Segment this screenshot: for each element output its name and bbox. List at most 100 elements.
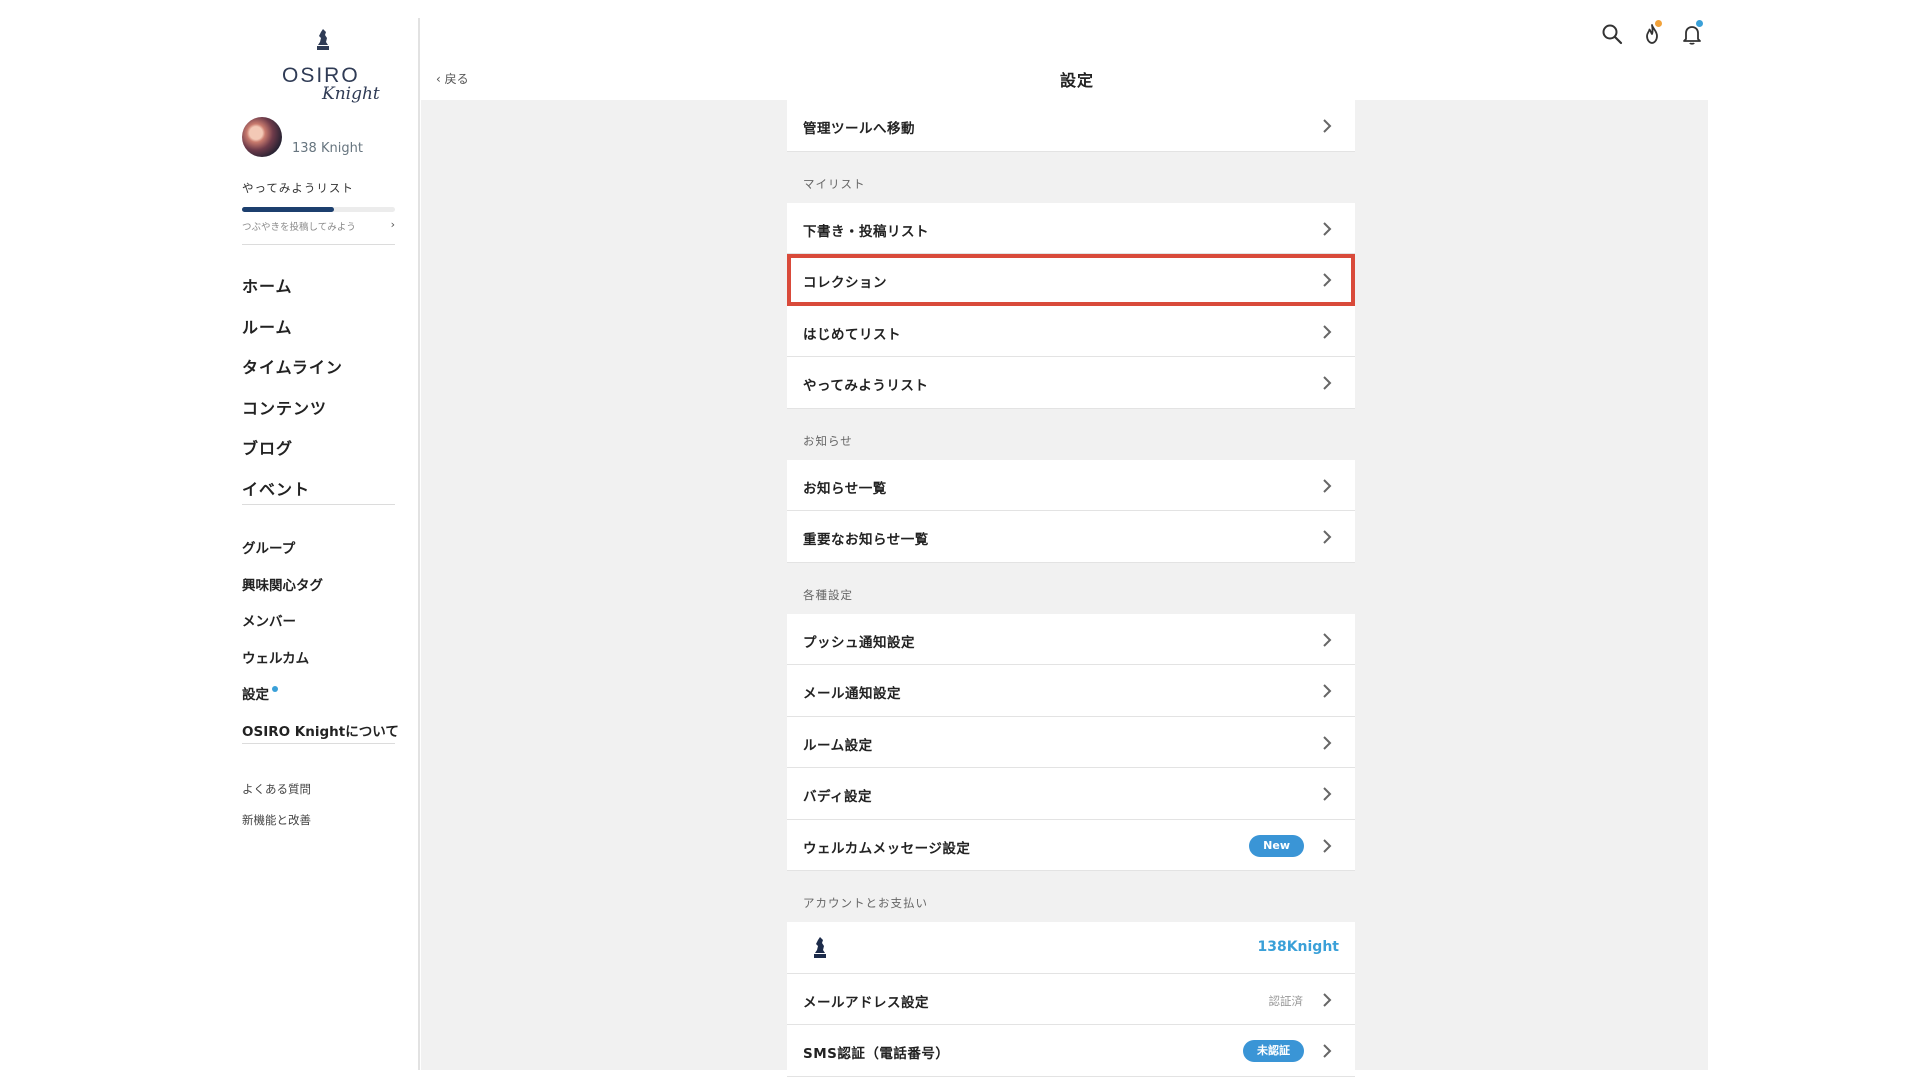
nav-home[interactable]: ホーム [242,273,343,314]
sidebar-divider [242,504,395,505]
settings-row-drafts[interactable]: 下書き・投稿リスト [787,202,1355,254]
chevron-right-icon [1323,273,1332,287]
nav-settings-label: 設定 [242,687,269,703]
osiro-knight-logo[interactable]: OSIRO Knight [282,28,382,108]
profile-name[interactable]: 138 Knight [292,141,363,156]
knight-chess-icon [814,937,826,958]
nav-welcome[interactable]: ウェルカム [242,647,399,684]
row-label: ルーム設定 [803,737,873,754]
row-label: ウェルカムメッセージ設定 [803,840,971,857]
row-label: はじめてリスト [803,326,901,343]
footer-nav: よくある質問 新機能と改善 [242,781,311,843]
try-list-hint[interactable]: つぶやきを投稿してみよう › [242,218,395,233]
settings-row-admin-tools[interactable]: 管理ツールへ移動 [787,100,1355,152]
back-label: 戻る [444,72,469,86]
chevron-right-icon [1323,221,1332,236]
row-label: 管理ツールへ移動 [803,121,915,137]
section-header-account: アカウントとお支払い [787,871,1355,922]
chevron-right-icon [1323,684,1332,698]
nav-interest-tags[interactable]: 興味関心タグ [242,574,399,611]
settings-row-email[interactable]: メールアドレス設定 認証済 [787,973,1355,1025]
search-icon[interactable] [1600,22,1624,46]
try-list-label[interactable]: やってみようリスト [242,180,354,196]
bell-button[interactable] [1680,20,1704,46]
main-nav: ホーム ルーム タイムライン コンテンツ ブログ イベント [242,273,343,516]
row-label: バディ設定 [803,789,873,805]
sidebar: OSIRO Knight 138 Knight やってみようリスト つぶやきを投… [220,18,420,1070]
top-icons [1600,20,1720,46]
new-badge: New [1249,834,1304,857]
nav-about[interactable]: OSIRO Knightについて [242,720,399,757]
row-label: 下書き・投稿リスト [803,223,929,240]
account-name: 138Knight [1257,939,1339,955]
nav-group[interactable]: グループ [242,537,399,574]
sidebar-divider [242,244,395,245]
chevron-right-icon [1323,992,1332,1007]
chevron-right-icon [1323,478,1332,493]
sidebar-divider [242,743,395,744]
settings-row-collection[interactable]: コレクション [787,254,1355,306]
settings-row-notice-list[interactable]: お知らせ一覧 [787,459,1355,511]
page-title: 設定 [1060,71,1095,90]
settings-row-mail-notify[interactable]: メール通知設定 [787,665,1355,717]
row-label: SMS認証（電話番号） [803,1046,950,1062]
sms-status-badge: 未認証 [1243,1040,1304,1062]
section-header-misc: 各種設定 [787,563,1355,614]
chevron-right-icon [1323,376,1332,390]
settings-row-welcome-message[interactable]: ウェルカムメッセージ設定 New [787,819,1355,871]
row-label: お知らせ一覧 [803,480,887,497]
row-label: コレクション [803,275,887,291]
nav-blog[interactable]: ブログ [242,435,343,476]
flame-button[interactable] [1640,20,1664,46]
nav-contents[interactable]: コンテンツ [242,395,343,436]
nav-members[interactable]: メンバー [242,610,399,647]
nav-whats-new[interactable]: 新機能と改善 [242,812,311,843]
settings-row-sms[interactable]: SMS認証（電話番号） 未認証 [787,1025,1355,1077]
nav-settings[interactable]: 設定 [242,683,399,720]
row-label: やってみようリスト [803,378,929,394]
nav-event[interactable]: イベント [242,476,343,517]
knight-chess-icon [317,29,329,50]
row-label: 重要なお知らせ一覧 [803,532,929,548]
bell-badge-dot [1696,20,1703,27]
settings-row-first-list[interactable]: はじめてリスト [787,305,1355,357]
chevron-right-icon [1323,787,1332,801]
logo-script: Knight [322,84,380,104]
try-list-hint-text: つぶやきを投稿してみよう [242,222,356,233]
sub-nav: グループ 興味関心タグ メンバー ウェルカム 設定 OSIRO Knightにつ… [242,537,399,756]
profile[interactable]: 138 Knight [242,117,422,157]
settings-row-account[interactable]: 138Knight [787,922,1355,974]
nav-timeline[interactable]: タイムライン [242,354,343,395]
settings-row-buddy[interactable]: バディ設定 [787,768,1355,820]
section-title: マイリスト [803,176,866,191]
back-button[interactable]: ‹ 戻る [436,70,469,87]
nav-faq[interactable]: よくある質問 [242,781,311,812]
section-header-mylist: マイリスト [787,152,1355,203]
section-title: お知らせ [803,433,853,448]
row-label: プッシュ通知設定 [803,634,915,651]
chevron-right-icon [1323,119,1332,133]
settings-row-try-list[interactable]: やってみようリスト [787,357,1355,409]
flame-badge-dot [1655,20,1662,27]
chevron-right-icon [1323,530,1332,544]
chevron-right-icon: › [390,218,395,231]
row-label: メール通知設定 [803,686,901,702]
chevron-right-icon [1323,735,1332,750]
unread-dot [272,686,278,692]
try-list-progress-fill [242,207,334,212]
try-list-progress [242,207,395,212]
email-status: 認証済 [1268,993,1304,1008]
chevron-left-icon: ‹ [436,72,441,86]
settings-row-important-notice[interactable]: 重要なお知らせ一覧 [787,511,1355,563]
section-header-notice: お知らせ [787,409,1355,460]
avatar[interactable] [242,117,282,157]
settings-list: 管理ツールへ移動 マイリスト 下書き・投稿リスト コレクション はじめてリスト … [787,100,1355,1077]
chevron-right-icon [1323,324,1332,339]
nav-room[interactable]: ルーム [242,314,343,355]
section-title: 各種設定 [803,587,853,602]
chevron-right-icon [1323,632,1332,647]
settings-row-room[interactable]: ルーム設定 [787,716,1355,768]
settings-row-push[interactable]: プッシュ通知設定 [787,613,1355,665]
main-content: 管理ツールへ移動 マイリスト 下書き・投稿リスト コレクション はじめてリスト … [421,100,1708,1077]
chevron-right-icon [1323,838,1332,853]
